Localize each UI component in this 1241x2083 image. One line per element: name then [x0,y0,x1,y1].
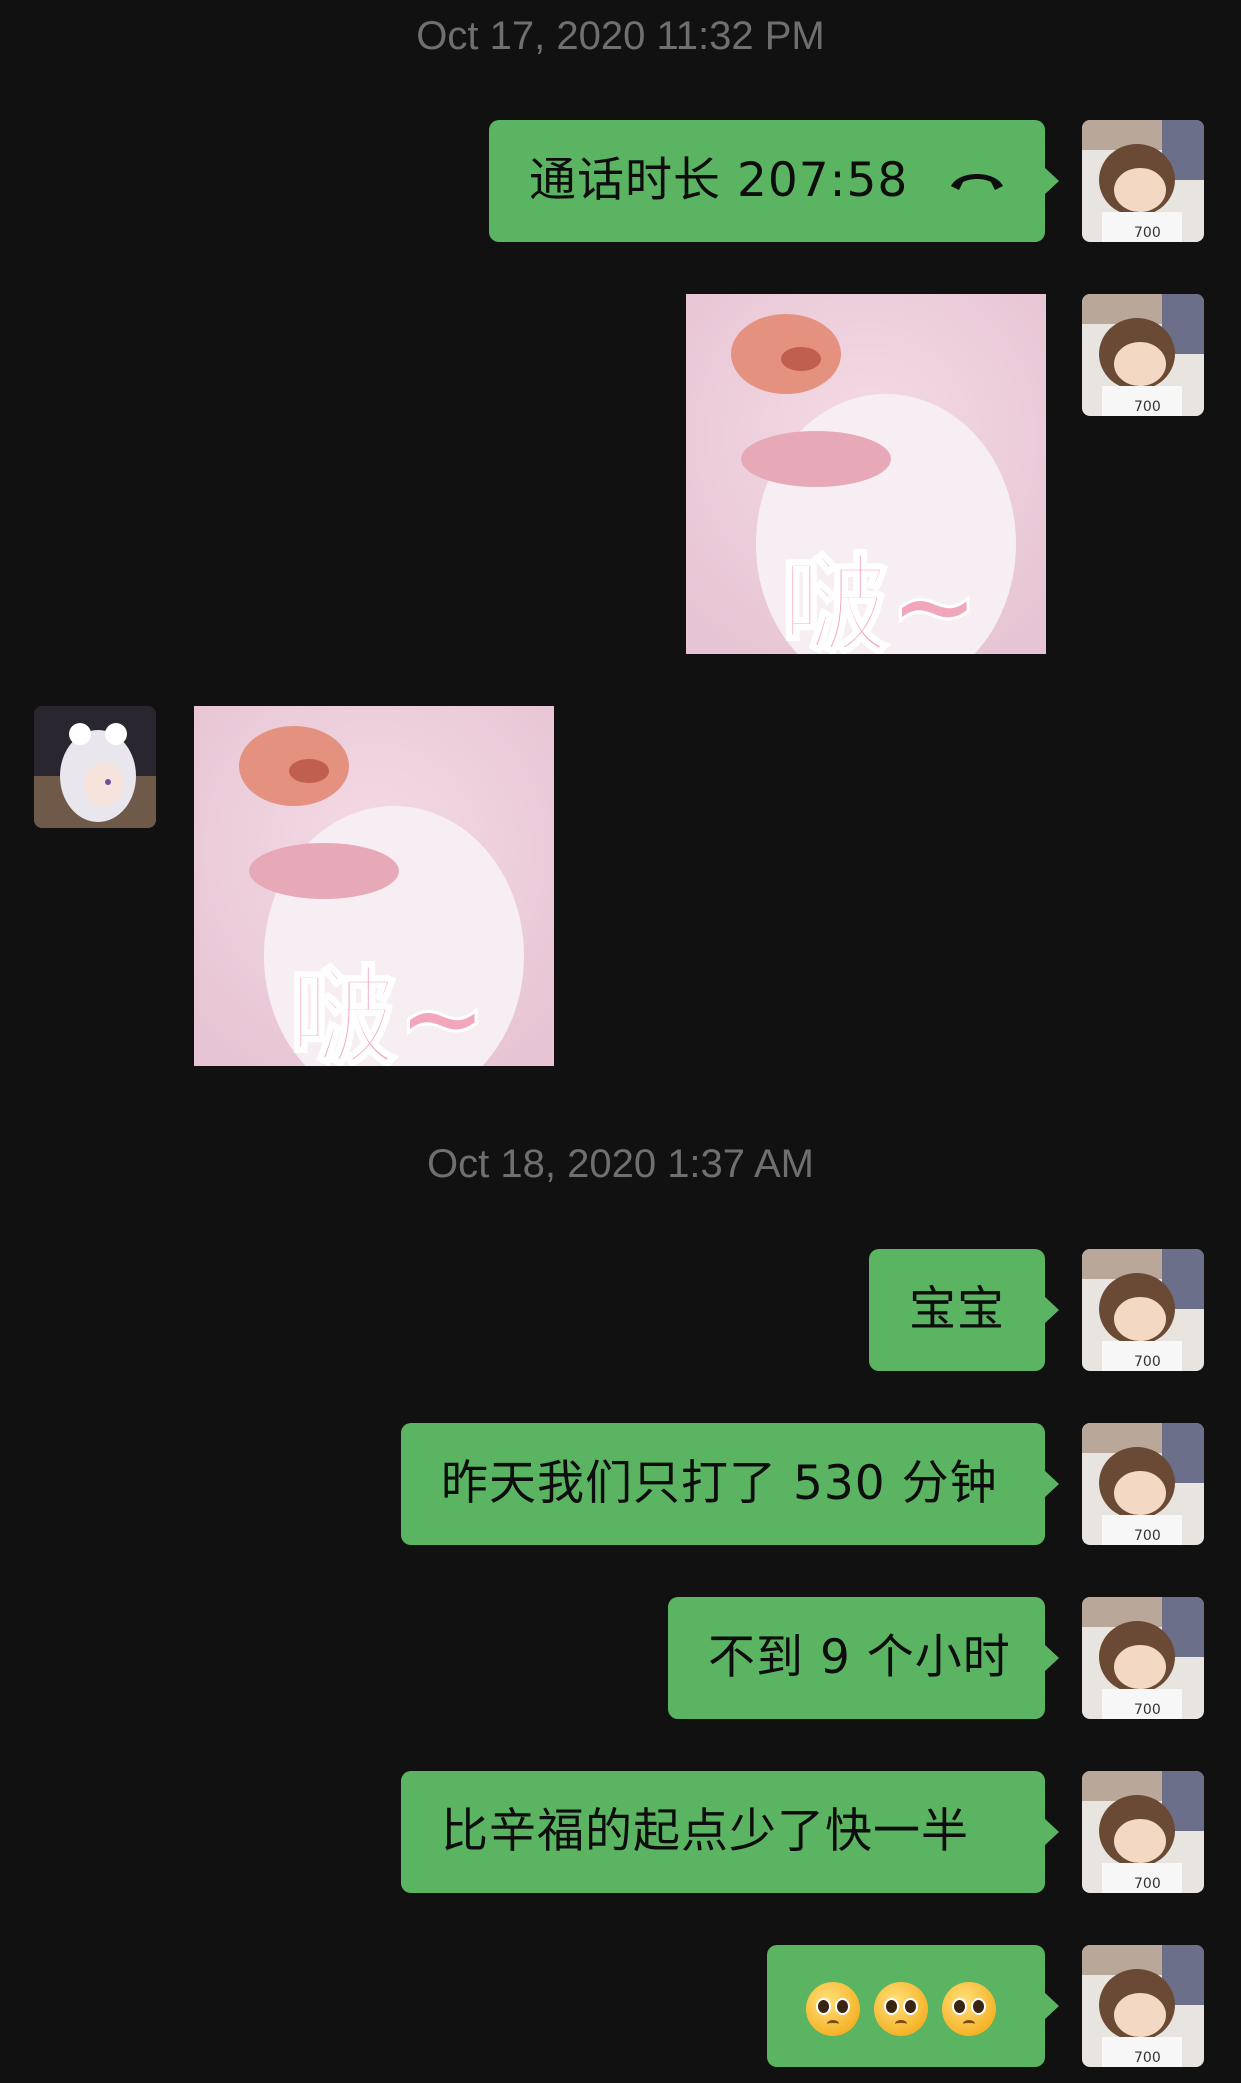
pleading-face-icon [942,1981,996,2036]
sticker-caption: 啵~ [780,543,981,655]
message-text: 比辛福的起点少了快一半 [441,1804,969,1859]
call-duration-text: 通话时长 207:58 [529,153,909,208]
message-bubble[interactable]: 昨天我们只打了 530 分钟 [401,1423,1059,1545]
message-bubble[interactable]: 宝宝 [869,1249,1059,1371]
my-avatar[interactable]: 700 [1082,1771,1204,1893]
svg-text:700: 700 [1134,1876,1161,1892]
svg-text:700: 700 [1134,1702,1161,1718]
message-text: 不到 9 个小时 [708,1630,1011,1685]
svg-text:700: 700 [1134,1354,1161,1370]
message-bubble[interactable]: 比辛福的起点少了快一半 [401,1771,1059,1893]
my-avatar[interactable]: 700 [1082,1249,1204,1371]
my-sticker-image[interactable]: 啵~ [686,294,1046,654]
svg-text:700: 700 [1134,2050,1161,2066]
timestamp: Oct 17, 2020 11:32 PM [416,14,825,58]
pleading-face-icon [806,1981,860,2036]
message-text: 昨天我们只打了 530 分钟 [441,1456,998,1511]
my-avatar[interactable]: 700 [1082,1597,1204,1719]
timestamp: Oct 18, 2020 1:37 AM [427,1142,814,1186]
svg-text:700: 700 [1134,399,1161,415]
svg-text:700: 700 [1134,225,1161,241]
my-avatar[interactable]: 700 [1082,1945,1204,2067]
pleading-face-icon [874,1981,928,2036]
message-text: 宝宝 [909,1282,1005,1337]
my-avatar[interactable]: 700 [1082,120,1204,242]
svg-text:700: 700 [1134,1528,1161,1544]
call-record-bubble[interactable]: 通话时长 207:58 [489,120,1059,242]
my-avatar[interactable]: 700 [1082,1423,1204,1545]
phone-hangup-icon [951,174,1003,190]
message-bubble[interactable]: 不到 9 个小时 [668,1597,1059,1719]
sticker-caption: 啵~ [288,955,489,1067]
contact-avatar[interactable] [34,706,156,828]
emoji-message-bubble[interactable] [767,1945,1059,2067]
my-avatar[interactable]: 700 [1082,294,1204,416]
contact-sticker-image[interactable]: 啵~ [194,706,554,1066]
